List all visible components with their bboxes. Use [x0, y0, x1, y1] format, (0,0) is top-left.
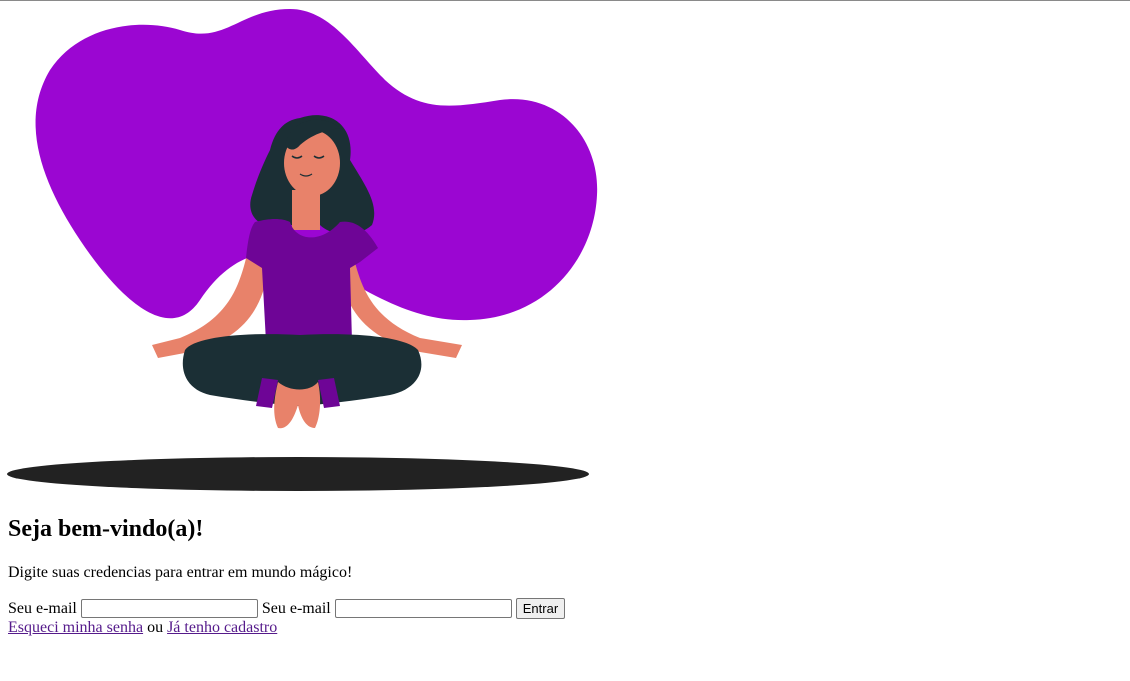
neck: [292, 190, 320, 230]
hero-illustration: [0, 0, 610, 500]
email-field-2[interactable]: [334, 599, 512, 618]
meditating-woman-illustration: [7, 9, 598, 491]
links-separator: ou: [143, 619, 168, 636]
already-registered-link[interactable]: Já tenho cadastro: [167, 619, 277, 636]
login-section: Seja bem-vindo(a)! Digite suas credencia…: [8, 514, 1108, 637]
email-label-2: Seu e-mail: [261, 599, 331, 617]
welcome-subtitle: Digite suas credencias para entrar em mu…: [8, 564, 353, 581]
email-field-1[interactable]: [80, 599, 258, 618]
floor-shadow: [7, 457, 589, 491]
enter-button[interactable]: Entrar: [515, 598, 566, 619]
login-form: Seu e-mail Seu e-mail Entrar: [8, 598, 1108, 619]
forgot-password-link[interactable]: Esqueci minha senha: [8, 619, 143, 636]
welcome-heading: Seja bem-vindo(a)!: [8, 516, 204, 542]
email-label-1: Seu e-mail: [8, 599, 77, 617]
auth-links: Esqueci minha senha ou Já tenho cadastro: [8, 619, 1108, 637]
